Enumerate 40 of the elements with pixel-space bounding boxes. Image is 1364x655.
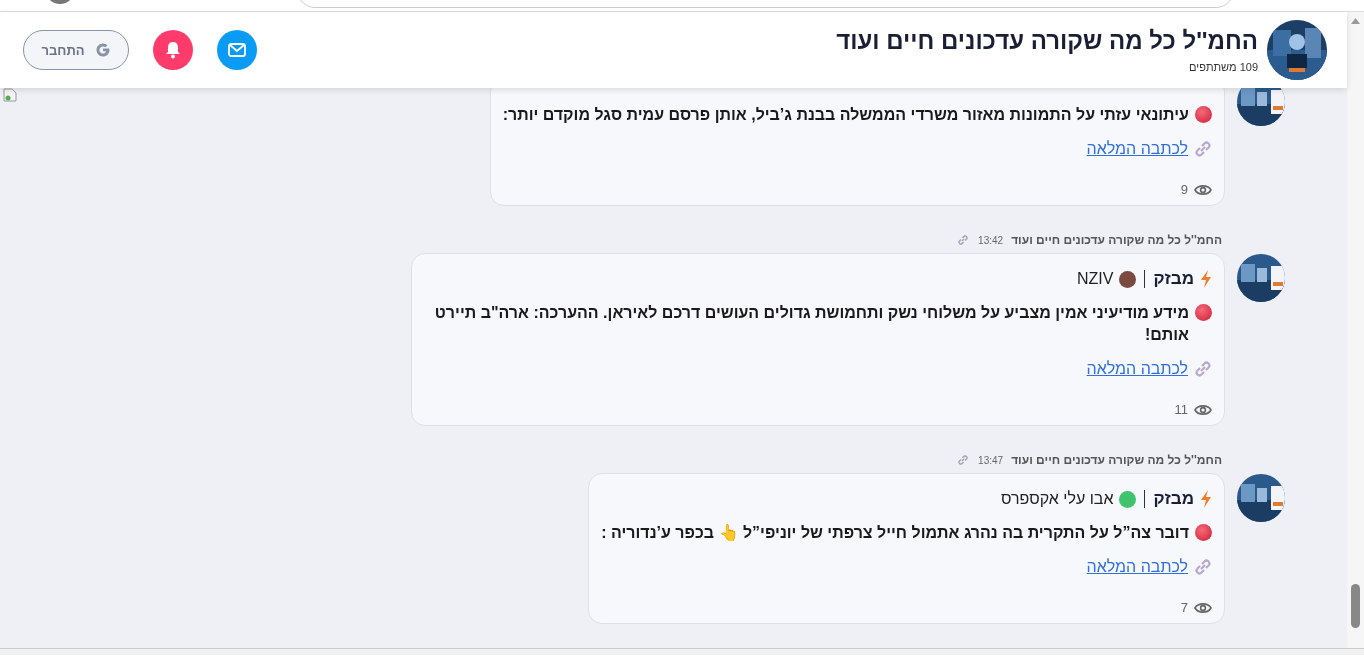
message-text: דובר צה”ל על התקרית בה נהרג אתמול חייל צרפתי של יוניפי”ל 👆 בכפר ע’נדוריה : [601,523,1189,543]
link-icon[interactable] [956,233,971,247]
message-text: עיתונאי עזתי על התמונות מאזור משרדי הממשלה בבנת ג’ביל, אותן פרסם עמית סגל מוקדם יותר: [502,105,1189,125]
full-article-link[interactable]: לכתבה המלאה [1086,558,1188,576]
bullet-icon [1195,106,1212,123]
link-icon[interactable] [956,453,971,467]
login-button[interactable]: התחבר [23,30,129,70]
eye-icon [1194,183,1212,196]
bullet-icon [1195,524,1212,541]
link-icon [1194,140,1212,158]
message-time: 13:42 [978,234,1004,246]
full-article-link[interactable]: לכתבה המלאה [1086,140,1188,158]
message-tag: מבזק [1153,269,1194,289]
full-article-link[interactable]: לכתבה המלאה [1086,360,1188,378]
message-time: 13:47 [978,454,1004,466]
eye-icon [1194,601,1212,614]
bell-icon [165,41,181,59]
message-text: מידע מודיעיני אמין מצביע על משלוחי נשק ותחמושת גדולים העושים דרכם לאיראן. ההערכה: ארה"ב תיירט אותם! [433,303,1189,345]
lightning-icon [1200,490,1212,508]
channel-name: החמ''ל כל מה שקורה עדכונים חיים ועוד [1011,453,1222,467]
mail-button[interactable] [217,30,257,70]
channel-name: החמ''ל כל מה שקורה עדכונים חיים ועוד [1011,233,1222,247]
source-name: NZIV [1077,270,1114,288]
subscriber-count: 109 משתתפים [1188,61,1258,73]
view-count: 7 [1180,600,1188,615]
google-icon [94,42,111,58]
channel-title: החמ''ל כל מה שקורה עדכונים חיים ועוד [836,27,1258,55]
eye-icon [1194,403,1212,416]
scroll-thumb[interactable] [1351,584,1360,628]
view-count: 9 [1180,182,1188,197]
bullet-icon [1195,304,1212,321]
notification-button[interactable] [153,30,193,70]
scroll-up-icon[interactable] [1351,18,1360,24]
source-name: אבו עלי אקספרס [1001,490,1114,508]
view-count: 11 [1174,402,1188,417]
lightning-icon [1200,270,1212,288]
mail-icon [228,43,246,57]
message-tag: מבזק [1153,489,1194,509]
link-icon [1194,360,1212,378]
link-icon [1194,558,1212,576]
